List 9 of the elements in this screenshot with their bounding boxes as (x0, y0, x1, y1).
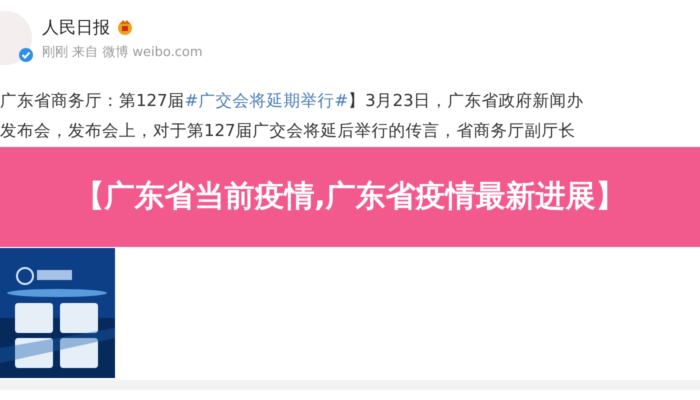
post-text: 广东省商务厅：第127届 (0, 90, 184, 112)
post-text: 发布会，发布会上，对于第127届广交会将延后举行的传言，省商务厅副厅长 (0, 120, 576, 142)
article-title: 【广东省当前疫情,广东省疫情最新进展】 (74, 178, 626, 216)
badge-icon (116, 18, 134, 36)
author-name[interactable]: 人民日报 (42, 16, 110, 38)
post-text: 】3月23日，广东省政府新闻办 (348, 90, 584, 112)
post-meta: 刚刚 来自 微博 weibo.com (42, 44, 203, 60)
hashtag-link[interactable]: #广交会将延期举行# (184, 86, 348, 116)
verified-icon (19, 48, 33, 62)
